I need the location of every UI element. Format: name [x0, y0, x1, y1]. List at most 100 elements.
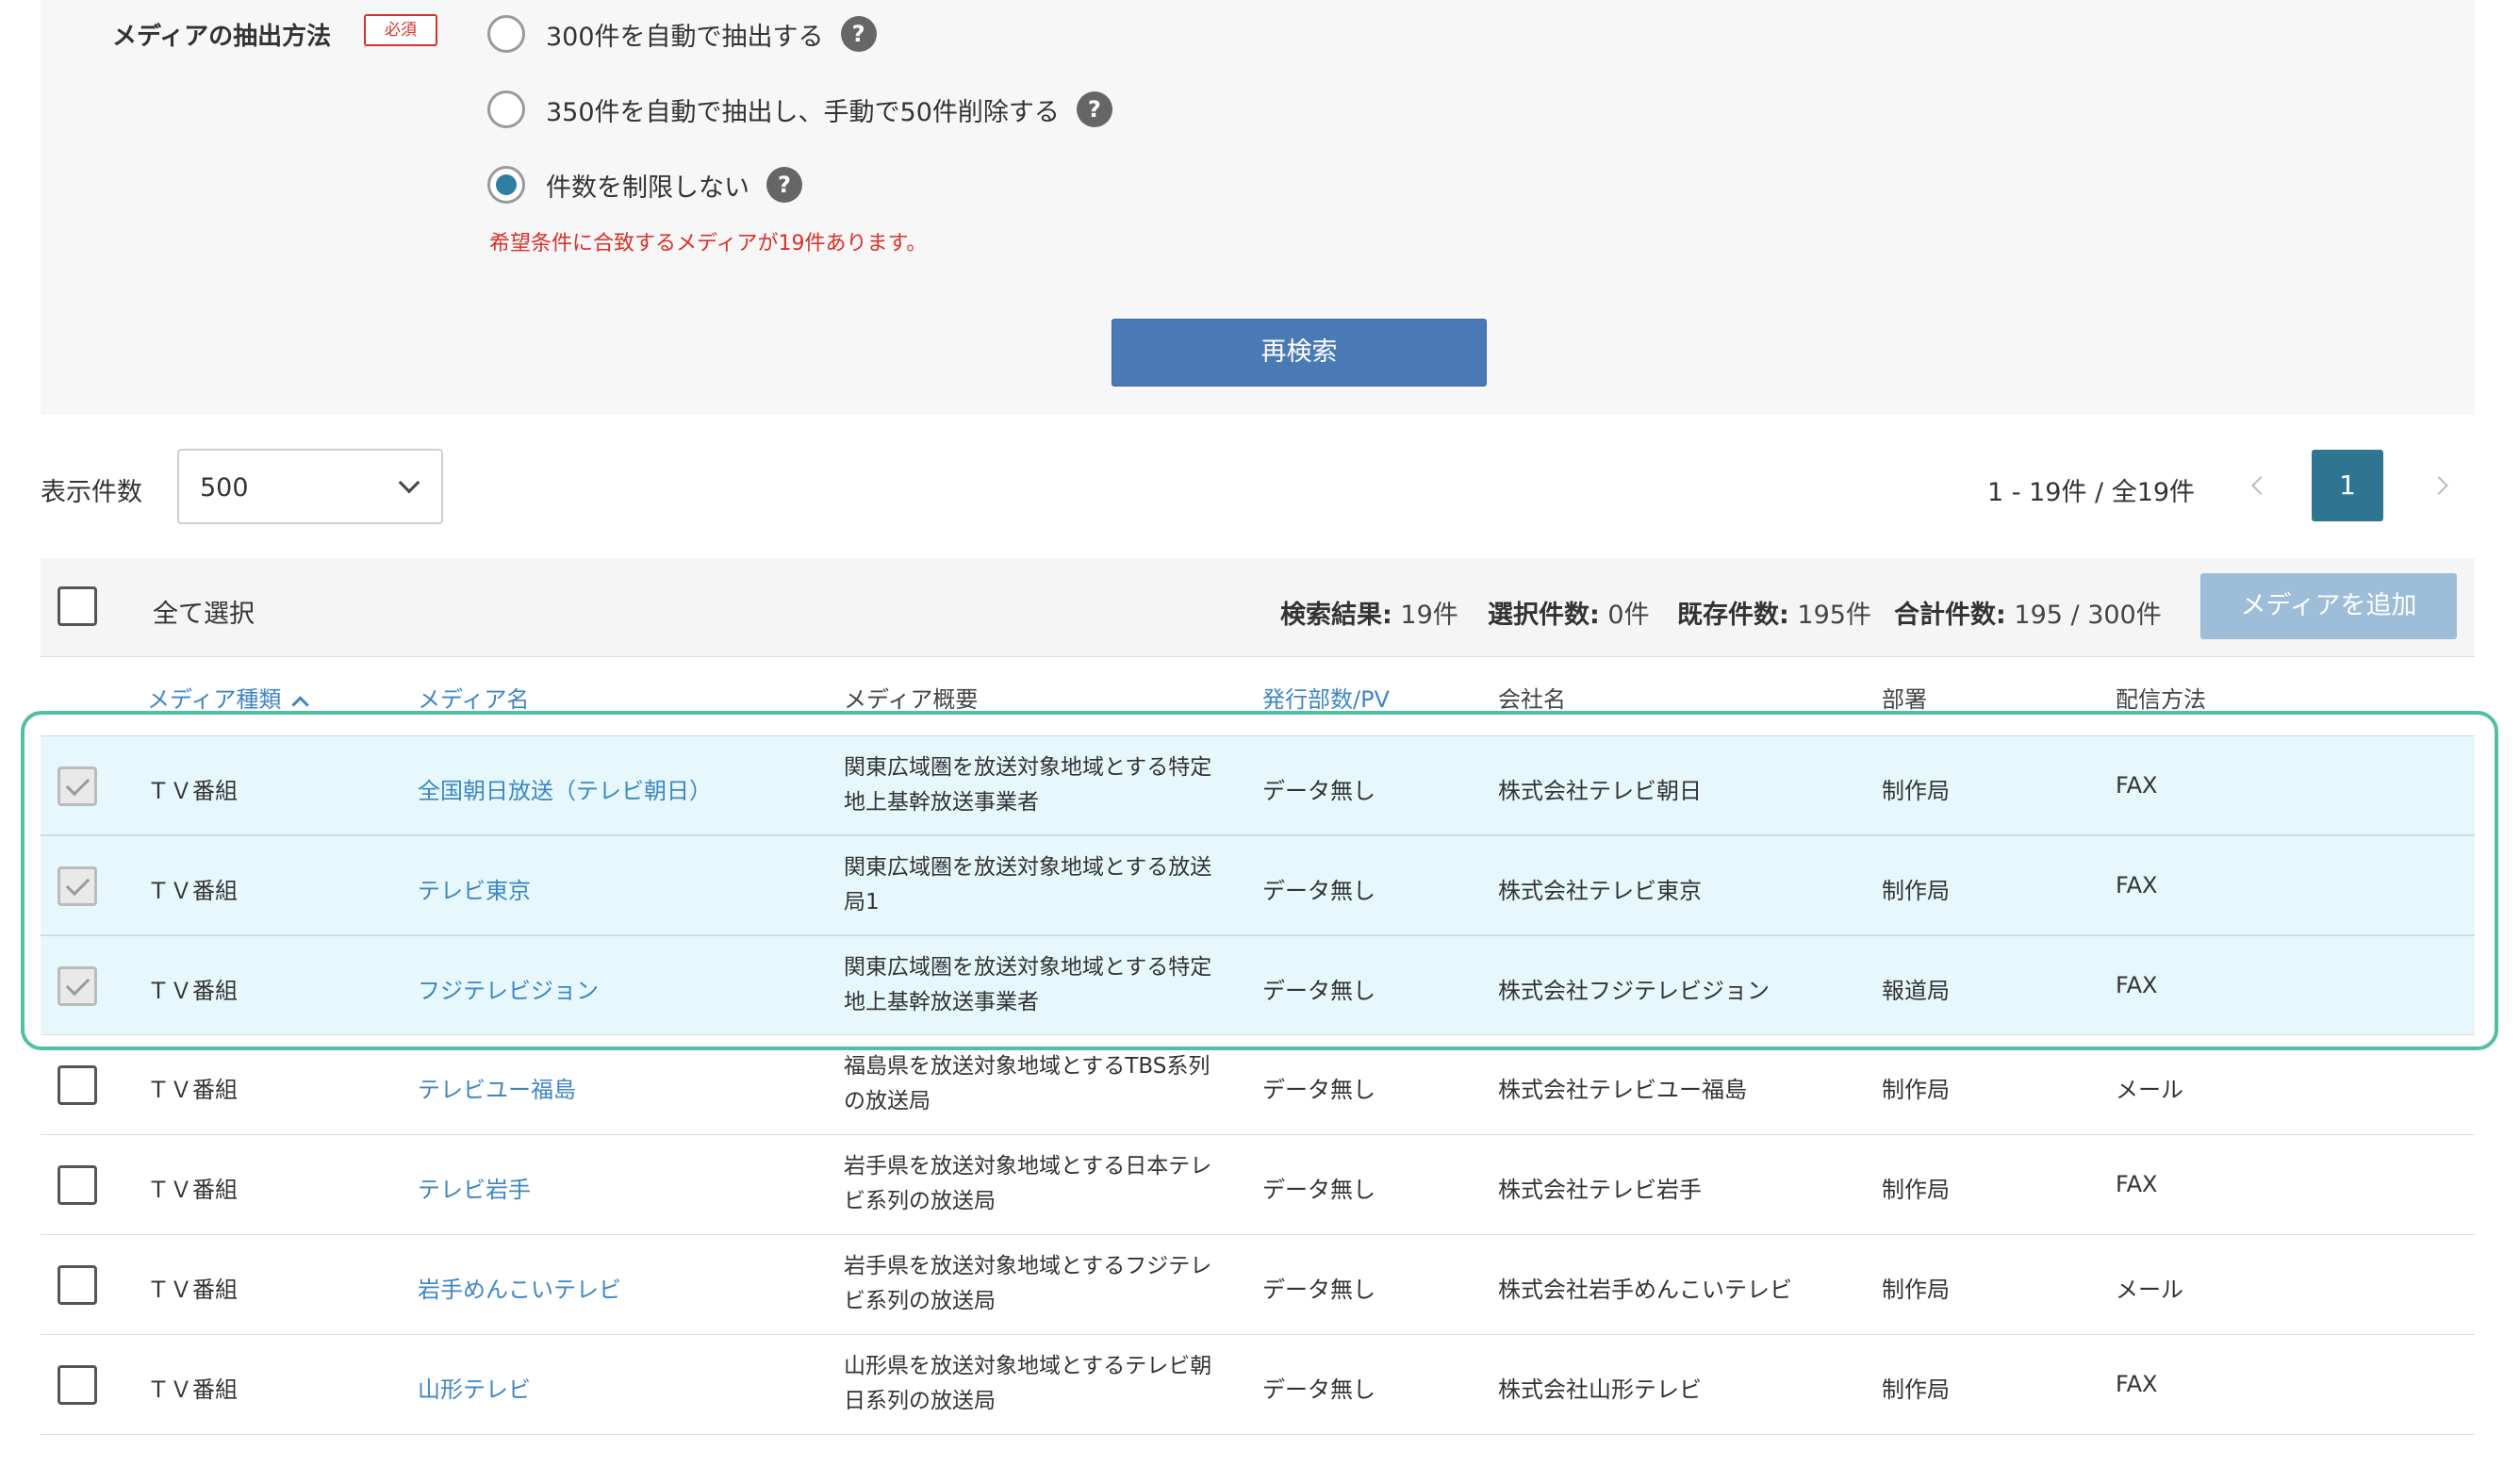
header-media-type-label[interactable]: メディア種類: [147, 686, 281, 713]
row-department: 制作局: [1882, 778, 1950, 804]
row-summary: 福島県を放送対象地域とするTBS系列の放送局: [844, 1054, 1211, 1113]
action-bar: 全て選択 検索結果: 19件 選択件数: 0件 既存件数: 195件 合計件数:…: [41, 558, 2475, 657]
radio-label[interactable]: 件数を制限しない: [546, 167, 749, 204]
row-media-type: ＴＶ番組: [147, 778, 238, 804]
row-checkbox[interactable]: [58, 866, 97, 906]
row-checkbox[interactable]: [58, 1265, 97, 1305]
extraction-method-label: メディアの抽出方法: [112, 23, 332, 51]
row-media-name-link[interactable]: 全国朝日放送（テレビ朝日）: [418, 772, 712, 805]
select-all-checkbox[interactable]: [58, 586, 97, 626]
row-media-name-link[interactable]: 山形テレビ: [418, 1371, 531, 1404]
search-result-value: 19件: [1400, 601, 1458, 630]
add-media-button[interactable]: メディアを追加: [2200, 573, 2457, 639]
existing-count-stat: 既存件数: 195件: [1677, 594, 1871, 631]
row-summary: 岩手県を放送対象地域とする日本テレビ系列の放送局: [844, 1154, 1212, 1213]
extraction-method-panel: メディアの抽出方法 必須 300件を自動で抽出する ? 350件を自動で抽出し、…: [41, 0, 2475, 415]
chevron-up-icon[interactable]: [291, 696, 310, 714]
row-circulation: データ無し: [1262, 1077, 1375, 1103]
header-media-type[interactable]: メディア種類: [147, 681, 310, 714]
total-count-label: 合計件数:: [1894, 601, 2006, 630]
row-media-name-link[interactable]: テレビ岩手: [418, 1171, 531, 1204]
row-circulation: データ無し: [1262, 1277, 1375, 1303]
row-delivery: FAX: [2116, 872, 2158, 898]
row-summary: 山形県を放送対象地域とするテレビ朝日系列の放送局: [844, 1354, 1212, 1413]
radio-option-no-limit[interactable]: 件数を制限しない ?: [487, 161, 802, 208]
row-checkbox[interactable]: [58, 1165, 97, 1205]
table-row[interactable]: ＴＶ番組 テレビ岩手 岩手県を放送対象地域とする日本テレビ系列の放送局 データ無…: [41, 1135, 2475, 1235]
select-all-label[interactable]: 全て選択: [153, 593, 255, 630]
row-media-type: ＴＶ番組: [147, 878, 238, 904]
row-media-name-link[interactable]: テレビユー福島: [418, 1071, 576, 1104]
row-department: 制作局: [1882, 1077, 1950, 1103]
chevron-down-icon[interactable]: [398, 471, 420, 494]
row-circulation: データ無し: [1262, 878, 1375, 904]
row-delivery: FAX: [2116, 972, 2158, 998]
row-department: 制作局: [1882, 1376, 1950, 1403]
row-company: 株式会社テレビ朝日: [1498, 778, 1702, 804]
row-media-name-link[interactable]: 岩手めんこいテレビ: [418, 1271, 621, 1304]
row-circulation: データ無し: [1262, 1376, 1375, 1403]
help-icon[interactable]: ?: [766, 167, 802, 203]
table-row[interactable]: ＴＶ番組 フジテレビジョン 関東広域圏を放送対象地域とする特定地上基幹放送事業者…: [41, 935, 2475, 1035]
search-result-label: 検索結果:: [1280, 601, 1392, 630]
prev-page-icon[interactable]: [2251, 476, 2270, 495]
result-range: 1 - 19件 / 全19件: [1987, 478, 2196, 507]
row-department: 制作局: [1882, 1177, 1950, 1203]
total-count-value: 195 / 300件: [2014, 601, 2162, 630]
row-company: 株式会社テレビ岩手: [1498, 1177, 1702, 1203]
page-button-current[interactable]: 1: [2312, 450, 2383, 521]
row-department: 制作局: [1882, 1277, 1950, 1303]
selected-count-stat: 選択件数: 0件: [1488, 594, 1650, 631]
selected-count-value: 0件: [1607, 601, 1650, 630]
row-circulation: データ無し: [1262, 778, 1375, 804]
row-company: 株式会社テレビユー福島: [1498, 1077, 1747, 1103]
radio-option-300-auto[interactable]: 300件を自動で抽出する ?: [487, 10, 877, 58]
row-media-type: ＴＶ番組: [147, 1177, 238, 1203]
row-checkbox[interactable]: [58, 1065, 97, 1105]
row-delivery: メール: [2116, 1077, 2183, 1103]
existing-count-value: 195件: [1797, 601, 1871, 630]
row-checkbox[interactable]: [58, 1365, 97, 1405]
next-page-icon[interactable]: [2429, 476, 2448, 495]
research-button[interactable]: 再検索: [1112, 319, 1487, 387]
row-media-type: ＴＶ番組: [147, 1277, 238, 1303]
display-count-select[interactable]: 500: [177, 449, 443, 524]
radio-button[interactable]: [487, 15, 525, 53]
row-company: 株式会社山形テレビ: [1498, 1376, 1702, 1403]
row-checkbox[interactable]: [58, 966, 97, 1006]
row-department: 制作局: [1882, 878, 1950, 904]
help-icon[interactable]: ?: [840, 16, 877, 52]
table-row[interactable]: ＴＶ番組 岩手めんこいテレビ 岩手県を放送対象地域とするフジテレビ系列の放送局 …: [41, 1235, 2475, 1335]
row-circulation: データ無し: [1262, 1177, 1375, 1203]
row-media-name-link[interactable]: フジテレビジョン: [418, 972, 599, 1005]
table-row[interactable]: ＴＶ番組 テレビ東京 関東広域圏を放送対象地域とする放送局1 データ無し 株式会…: [41, 835, 2475, 935]
display-count-value[interactable]: 500: [200, 473, 249, 503]
radio-button-checked[interactable]: [487, 166, 525, 204]
row-delivery: FAX: [2116, 1371, 2158, 1397]
row-delivery: FAX: [2116, 1171, 2158, 1197]
header-department: 部署: [1882, 686, 1927, 713]
header-delivery: 配信方法: [2116, 686, 2206, 713]
radio-button[interactable]: [487, 91, 525, 128]
row-summary: 関東広域圏を放送対象地域とする特定地上基幹放送事業者: [844, 955, 1212, 1014]
row-company: 株式会社フジテレビジョン: [1498, 978, 1770, 1004]
table-row[interactable]: ＴＶ番組 山形テレビ 山形県を放送対象地域とするテレビ朝日系列の放送局 データ無…: [41, 1335, 2475, 1435]
radio-option-350-auto-manual[interactable]: 350件を自動で抽出し、手動で50件削除する ?: [487, 86, 1112, 133]
radio-label[interactable]: 300件を自動で抽出する: [546, 16, 824, 53]
selected-count-label: 選択件数:: [1488, 601, 1600, 630]
row-department: 報道局: [1882, 978, 1950, 1004]
existing-count-label: 既存件数:: [1677, 601, 1789, 630]
radio-label[interactable]: 350件を自動で抽出し、手動で50件削除する: [546, 91, 1060, 128]
row-media-name-link[interactable]: テレビ東京: [418, 872, 531, 905]
header-media-name[interactable]: メディア名: [418, 681, 529, 714]
table-header: メディア種類 メディア名 メディア概要 発行部数/PV 会社名 部署 配信方法: [41, 675, 2475, 717]
table-row[interactable]: ＴＶ番組 テレビユー福島 福島県を放送対象地域とするTBS系列の放送局 データ無…: [41, 1035, 2475, 1135]
row-company: 株式会社テレビ東京: [1498, 878, 1702, 904]
search-result-stat: 検索結果: 19件: [1280, 594, 1458, 631]
help-icon[interactable]: ?: [1076, 91, 1112, 127]
row-checkbox[interactable]: [58, 766, 97, 806]
header-company: 会社名: [1498, 686, 1566, 713]
header-circulation[interactable]: 発行部数/PV: [1262, 681, 1390, 714]
table-row[interactable]: ＴＶ番組 全国朝日放送（テレビ朝日） 関東広域圏を放送対象地域とする特定地上基幹…: [41, 735, 2475, 835]
row-circulation: データ無し: [1262, 978, 1375, 1004]
